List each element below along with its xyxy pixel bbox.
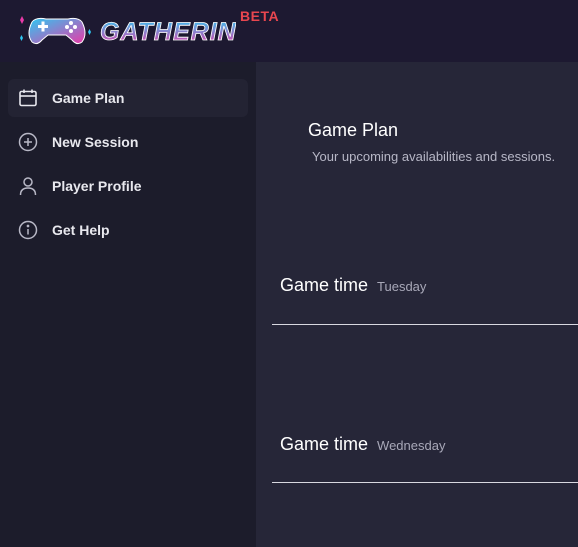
app-header: GATHERIN BETA — [0, 0, 578, 62]
logo-wordmark: GATHERIN — [100, 18, 236, 46]
session-title: Game time — [280, 275, 369, 295]
sidebar-item-game-plan[interactable]: Game Plan — [8, 79, 248, 117]
sidebar-item-label: Get Help — [52, 222, 110, 238]
page-title: Game Plan — [308, 120, 399, 140]
beta-badge: BETA — [240, 8, 280, 24]
sidebar-item-player-profile[interactable]: Player Profile — [8, 167, 248, 205]
plus-circle-icon — [17, 131, 39, 153]
sidebar-item-get-help[interactable]: Get Help — [8, 211, 248, 249]
page-subtitle: Your upcoming availabilities and session… — [312, 149, 556, 164]
main-content: Game Plan Your upcoming availabilities a… — [256, 62, 578, 547]
info-circle-icon — [17, 219, 39, 241]
sidebar-item-label: Game Plan — [52, 90, 125, 106]
user-icon — [17, 175, 39, 197]
calendar-icon — [17, 87, 39, 109]
sidebar-item-new-session[interactable]: New Session — [8, 123, 248, 161]
session-divider — [272, 324, 578, 325]
session-day: Tuesday — [377, 279, 427, 294]
session-card-header: Game time Tuesday — [280, 275, 426, 296]
gatherin-logo[interactable]: GATHERIN — [16, 8, 236, 52]
sidebar: Game Plan New Session Player Profile Get… — [0, 62, 256, 547]
sidebar-item-label: Player Profile — [52, 178, 142, 194]
session-card-header: Game time Wednesday — [280, 434, 445, 455]
sidebar-item-label: New Session — [52, 134, 139, 150]
session-day: Wednesday — [377, 438, 446, 453]
session-title: Game time — [280, 434, 369, 454]
session-divider — [272, 482, 578, 483]
